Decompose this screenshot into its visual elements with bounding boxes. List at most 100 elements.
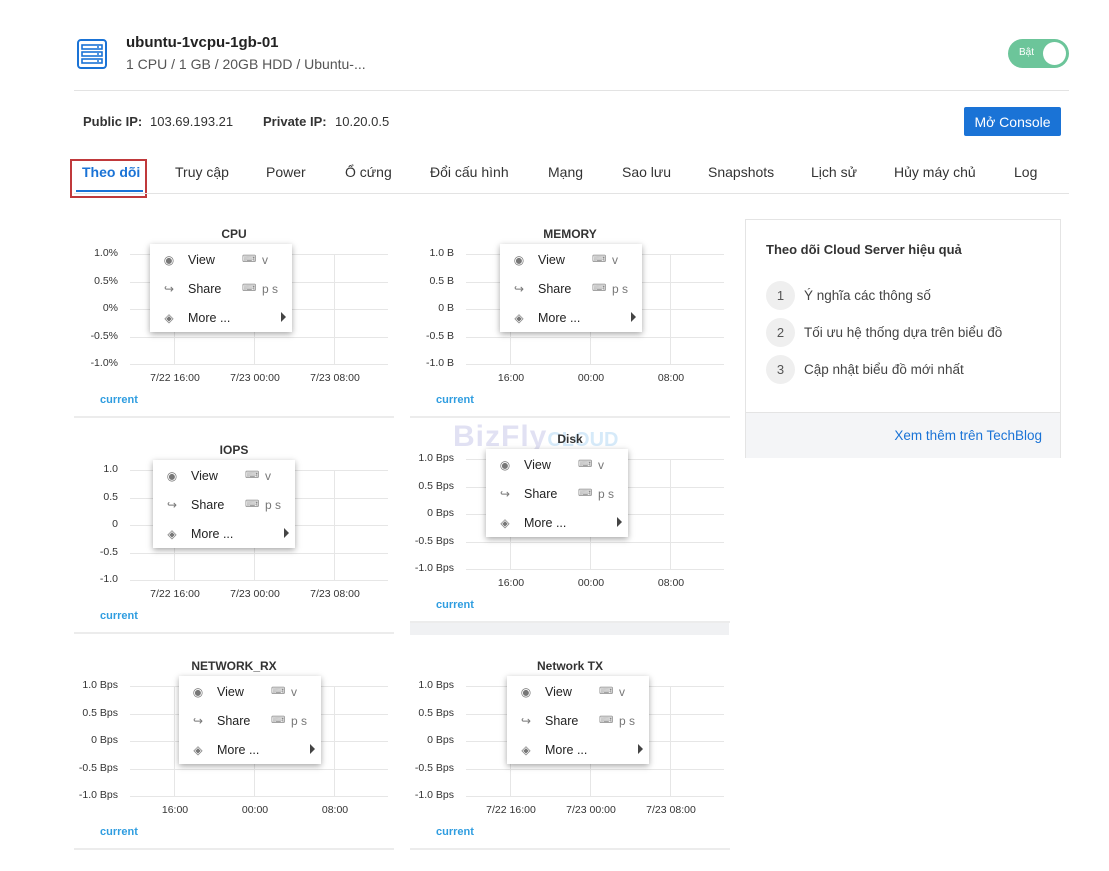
menu-item-share[interactable]: ↪ Share ⌨ p s	[153, 491, 295, 519]
tab-disk[interactable]: Ổ cứng	[345, 164, 392, 180]
y-tick-label: -0.5	[99, 545, 118, 558]
y-tick-label: -1.0 Bps	[414, 562, 454, 574]
chart-title: Disk	[557, 432, 583, 446]
cube-icon: ◈	[167, 527, 177, 541]
menu-item-view[interactable]: ◉ View ⌨ v	[500, 246, 642, 274]
shortcut-key: p s	[265, 498, 282, 512]
toggle-knob	[1043, 42, 1066, 65]
legend-current[interactable]: current	[436, 394, 474, 406]
keyboard-icon: ⌨	[592, 254, 607, 265]
menu-item-view[interactable]: ◉ View ⌨ v	[507, 678, 649, 706]
y-tick-label: 0.5 Bps	[82, 706, 118, 719]
chart-title: NETWORK_RX	[191, 659, 277, 673]
menu-item-label: View	[538, 253, 565, 267]
header-divider	[74, 90, 1069, 91]
x-tick-label: 00:00	[577, 577, 605, 589]
menu-item-label: View	[191, 469, 218, 483]
shortcut-key: p s	[291, 714, 308, 728]
tab-resize[interactable]: Đổi cấu hình	[430, 164, 509, 180]
shortcut-key: v	[598, 458, 604, 472]
context-menu: ◉ View ⌨ v ↪ Share ⌨ p s ◈ More ...	[500, 244, 642, 332]
menu-item-more[interactable]: ◈ More ...	[179, 736, 321, 764]
eye-icon: ◉	[520, 685, 532, 699]
y-tick-label: -1.0	[99, 573, 118, 585]
menu-item-share[interactable]: ↪ Share ⌨ p s	[507, 707, 649, 735]
step-number: 2	[766, 318, 795, 347]
x-tick-label: 7/23 00:00	[230, 372, 280, 384]
menu-item-more[interactable]: ◈ More ...	[153, 520, 295, 548]
menu-item-label: Share	[545, 714, 579, 728]
menu-item-view[interactable]: ◉ View ⌨ v	[150, 246, 292, 274]
menu-item-share[interactable]: ↪ Share ⌨ p s	[500, 275, 642, 303]
legend-current[interactable]: current	[100, 826, 138, 838]
y-tick-label: -0.5 Bps	[78, 761, 118, 774]
tab-power[interactable]: Power	[266, 164, 306, 180]
y-tick-label: 1.0 Bps	[418, 679, 454, 691]
menu-item-label: More ...	[524, 516, 567, 530]
cube-icon: ◈	[193, 743, 203, 757]
y-tick-label: -1.0 B	[425, 357, 454, 369]
chart-bottom-border	[74, 416, 394, 418]
keyboard-icon: ⌨	[578, 488, 593, 499]
y-tick-label: -1.0 Bps	[414, 789, 454, 801]
y-tick-label: -0.5 B	[425, 329, 454, 342]
gridline-h	[466, 541, 724, 543]
tab-log[interactable]: Log	[1014, 164, 1037, 180]
server-icon	[77, 39, 107, 69]
menu-item-share[interactable]: ↪ Share ⌨ p s	[150, 275, 292, 303]
chart-bottom-border	[410, 621, 730, 623]
x-tick-label: 7/22 16:00	[486, 804, 536, 816]
keyboard-icon: ⌨	[245, 499, 260, 510]
menu-item-more[interactable]: ◈ More ...	[486, 509, 628, 537]
shortcut-key: v	[265, 469, 271, 483]
y-tick-label: 0 Bps	[427, 734, 454, 746]
menu-item-label: Share	[524, 487, 558, 501]
step-number: 3	[766, 355, 795, 384]
menu-item-more[interactable]: ◈ More ...	[150, 304, 292, 332]
x-tick-label: 00:00	[577, 372, 605, 384]
techblog-link[interactable]: Xem thêm trên TechBlog	[894, 428, 1042, 443]
gridline-v	[334, 254, 335, 364]
x-tick-label: 7/23 00:00	[566, 804, 616, 816]
gridline-h	[466, 569, 724, 570]
tab-delete-server[interactable]: Hủy máy chủ	[894, 164, 976, 180]
menu-item-view[interactable]: ◉ View ⌨ v	[179, 678, 321, 706]
y-tick-label: 0.5	[103, 490, 118, 503]
tab-network[interactable]: Mạng	[548, 164, 583, 180]
chart-title: CPU	[221, 227, 247, 241]
legend-current[interactable]: current	[436, 599, 474, 611]
y-tick-label: 1.0	[103, 463, 118, 475]
legend-current[interactable]: current	[436, 826, 474, 838]
power-toggle[interactable]: Bật	[1008, 39, 1069, 68]
menu-item-more[interactable]: ◈ More ...	[500, 304, 642, 332]
menu-item-share[interactable]: ↪ Share ⌨ p s	[486, 480, 628, 508]
menu-item-more[interactable]: ◈ More ...	[507, 736, 649, 764]
menu-item-share[interactable]: ↪ Share ⌨ p s	[179, 707, 321, 735]
chart-bottom-border	[74, 848, 394, 850]
menu-item-view[interactable]: ◉ View ⌨ v	[486, 451, 628, 479]
step-text: Ý nghĩa các thông số	[804, 288, 931, 303]
legend-current[interactable]: current	[100, 610, 138, 622]
menu-item-label: More ...	[538, 311, 581, 325]
x-tick-label: 00:00	[241, 804, 269, 816]
shortcut-key: v	[291, 685, 297, 699]
submenu-arrow-icon	[631, 312, 636, 322]
menu-item-view[interactable]: ◉ View ⌨ v	[153, 462, 295, 490]
private-ip-value: 10.20.0.5	[335, 114, 390, 129]
menu-item-label: View	[545, 685, 572, 699]
gridline-v	[334, 470, 335, 580]
legend-current[interactable]: current	[100, 394, 138, 406]
y-tick-label: 0.5 Bps	[418, 479, 454, 492]
submenu-arrow-icon	[284, 528, 289, 538]
tab-access[interactable]: Truy cập	[175, 164, 229, 180]
x-tick-label: 7/23 08:00	[646, 804, 696, 816]
server-spec: 1 CPU / 1 GB / 20GB HDD / Ubuntu-...	[126, 56, 366, 72]
x-tick-label: 16:00	[497, 577, 525, 589]
shortcut-key: p s	[619, 714, 636, 728]
tab-snapshots[interactable]: Snapshots	[708, 164, 774, 180]
share-icon: ↪	[520, 714, 532, 728]
x-tick-label: 16:00	[161, 804, 189, 816]
open-console-button[interactable]: Mở Console	[964, 107, 1061, 136]
tab-backup[interactable]: Sao lưu	[622, 164, 671, 180]
tab-history[interactable]: Lịch sử	[811, 164, 857, 180]
